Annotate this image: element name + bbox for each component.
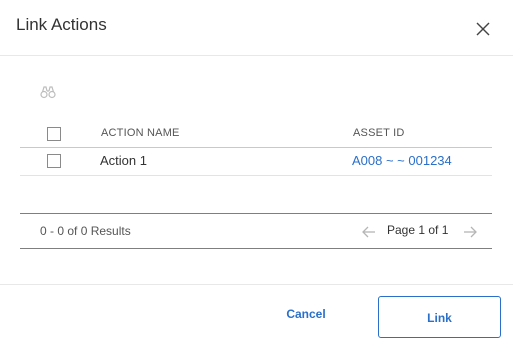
binoculars-icon[interactable]: [40, 85, 56, 99]
page-indicator: Page 1 of 1: [387, 223, 449, 237]
column-header-asset-id[interactable]: ASSET ID: [353, 127, 405, 139]
action-name-cell: Action 1: [100, 153, 147, 168]
link-actions-dialog: Link Actions ACTION NAME ASSET ID Action…: [0, 0, 513, 349]
grid-header: ACTION NAME ASSET ID: [20, 118, 492, 148]
row-checkbox[interactable]: [47, 154, 61, 168]
pager: 0 - 0 of 0 Results Page 1 of 1: [20, 213, 492, 249]
results-count: 0 - 0 of 0 Results: [40, 224, 131, 238]
cancel-button[interactable]: Cancel: [266, 307, 346, 321]
dialog-title: Link Actions: [16, 15, 107, 34]
link-button[interactable]: Link: [378, 296, 501, 338]
arrow-right-icon[interactable]: [463, 225, 477, 238]
dialog-header: Link Actions: [0, 0, 513, 56]
arrow-left-icon[interactable]: [362, 225, 376, 238]
select-all-checkbox[interactable]: [47, 127, 61, 141]
column-header-action-name[interactable]: ACTION NAME: [101, 127, 180, 139]
close-icon[interactable]: [474, 20, 492, 38]
asset-id-link[interactable]: A008 ~ ~ 001234: [352, 153, 452, 168]
dialog-footer: Cancel Link: [0, 284, 513, 349]
table-row: Action 1 A008 ~ ~ 001234: [20, 148, 492, 176]
